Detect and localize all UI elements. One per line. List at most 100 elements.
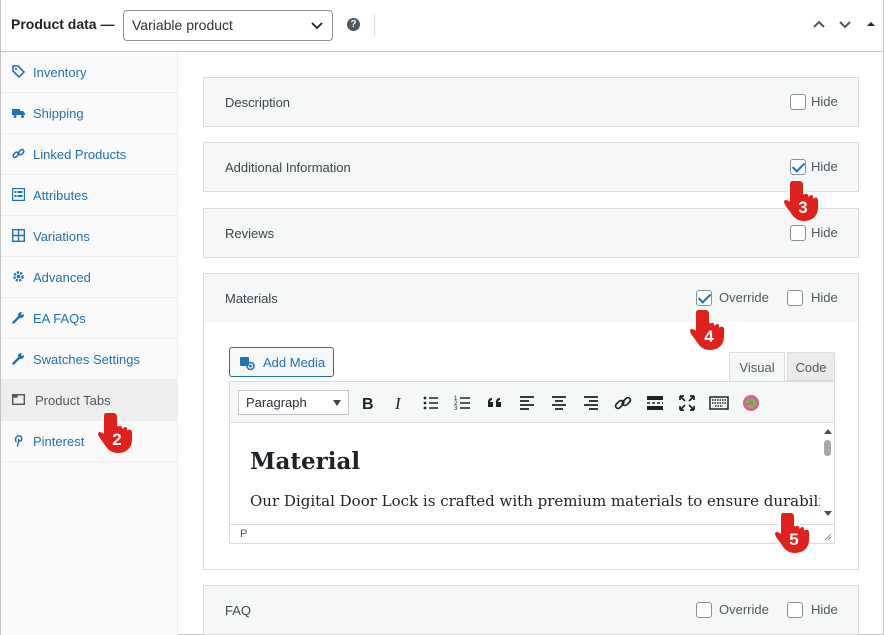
scroll-down-arrow-icon[interactable]: [824, 511, 832, 516]
gear-icon: [13, 271, 24, 282]
fullscreen-icon[interactable]: [677, 393, 697, 413]
sidebar-item-label: Swatches Settings: [33, 352, 140, 367]
align-right-icon[interactable]: [581, 393, 601, 413]
product-data-tabs: Inventory Shipping Linked Products Attri…: [1, 52, 178, 635]
hide-checkbox[interactable]: [790, 94, 806, 110]
read-more-icon[interactable]: [645, 393, 665, 413]
editor-content-area[interactable]: Material Our Digital Door Lock is crafte…: [230, 424, 834, 524]
editor-scrollbar[interactable]: [820, 424, 834, 524]
align-left-icon[interactable]: [517, 393, 537, 413]
bold-icon[interactable]: B: [357, 393, 377, 413]
sidebar-item-shipping[interactable]: Shipping: [1, 93, 177, 134]
grid-icon: [12, 229, 25, 242]
italic-icon[interactable]: I: [389, 393, 409, 413]
media-icon: [240, 357, 255, 371]
insert-link-icon[interactable]: [613, 393, 633, 413]
svg-text:3: 3: [798, 198, 807, 217]
sidebar-item-inventory[interactable]: Inventory: [1, 52, 177, 93]
bullet-list-icon[interactable]: [421, 393, 441, 413]
tab-row-label: Reviews: [225, 226, 275, 241]
format-select[interactable]: Paragraph: [238, 390, 349, 415]
hide-checkbox[interactable]: [787, 290, 803, 306]
tab-row-label: FAQ: [225, 603, 252, 618]
hide-label: Hide: [811, 159, 838, 174]
svg-text:4: 4: [704, 327, 714, 346]
chevron-down-icon: [311, 22, 323, 30]
truck-icon: [12, 109, 25, 118]
sidebar-item-label: Variations: [33, 229, 90, 244]
sidebar-item-label: Linked Products: [33, 147, 127, 162]
sidebar-item-attributes[interactable]: Attributes: [1, 175, 177, 216]
add-media-label: Add Media: [263, 355, 326, 370]
tab-row-label: Description: [225, 95, 291, 110]
align-center-icon[interactable]: [549, 393, 569, 413]
rich-text-editor: Paragraph B I 123 Material Our Digital D…: [229, 381, 835, 544]
step-marker-3: 3: [781, 179, 820, 224]
tab-code[interactable]: Code: [787, 352, 835, 381]
help-icon[interactable]: ?: [347, 18, 360, 31]
editor-toolbar: Paragraph B I 123: [230, 382, 834, 423]
header-divider: [374, 14, 375, 36]
sidebar-item-variations[interactable]: Variations: [1, 216, 177, 257]
toggle-panel-icon[interactable]: [863, 16, 879, 32]
step-marker-4: 4: [687, 308, 726, 353]
link-icon: [12, 148, 25, 159]
override-checkbox[interactable]: [696, 290, 712, 306]
sidebar-item-label: Product Tabs: [35, 393, 111, 408]
sidebar-item-label: Attributes: [33, 188, 88, 203]
svg-text:5: 5: [789, 530, 798, 549]
move-down-icon[interactable]: [837, 16, 853, 32]
product-data-panel: Product data — Variable product ? Invent…: [0, 0, 884, 635]
product-data-header: Product data — Variable product ?: [1, 0, 883, 52]
svg-text:3: 3: [454, 406, 458, 412]
sidebar-item-swatches-settings[interactable]: Swatches Settings: [1, 339, 177, 380]
svg-text:I: I: [394, 394, 402, 413]
numbered-list-icon[interactable]: 123: [453, 393, 473, 413]
format-value: Paragraph: [246, 395, 307, 410]
sidebar-item-product-tabs[interactable]: Product Tabs: [1, 380, 177, 421]
hide-checkbox[interactable]: [787, 602, 803, 618]
list-icon: [12, 188, 25, 201]
dropdown-arrow-icon: [333, 400, 341, 406]
keyboard-icon[interactable]: [709, 393, 729, 413]
sidebar-item-label: Pinterest: [33, 434, 85, 449]
tab-row-faq[interactable]: FAQ Override Hide: [203, 585, 859, 635]
scroll-thumb[interactable]: [824, 440, 831, 456]
tab-row-materials[interactable]: Materials Override Hide: [203, 273, 859, 323]
wrench-icon: [12, 353, 24, 365]
blockquote-icon[interactable]: [485, 393, 505, 413]
svg-text:2: 2: [112, 430, 121, 449]
hide-label: Hide: [811, 602, 838, 617]
sidebar-item-advanced[interactable]: Advanced: [1, 257, 177, 298]
plugin-icon[interactable]: [741, 393, 761, 413]
tab-row-additional-information[interactable]: Additional Information Hide: [203, 142, 859, 192]
product-type-value: Variable product: [132, 17, 233, 33]
hide-checkbox[interactable]: [790, 225, 806, 241]
step-marker-2: 2: [95, 411, 134, 456]
hide-label: Hide: [811, 94, 838, 109]
add-media-button[interactable]: Add Media: [229, 347, 334, 377]
resize-handle-icon[interactable]: [824, 533, 832, 541]
editor-paragraph: Our Digital Door Lock is crafted with pr…: [250, 486, 834, 516]
sidebar-item-ea-faqs[interactable]: EA FAQs: [1, 298, 177, 339]
scroll-up-arrow-icon[interactable]: [824, 429, 832, 434]
sidebar-item-linked-products[interactable]: Linked Products: [1, 134, 177, 175]
tag-icon: [12, 65, 25, 78]
product-data-title: Product data —: [11, 16, 115, 32]
hide-checkbox[interactable]: [790, 159, 806, 175]
override-checkbox[interactable]: [696, 602, 712, 618]
tab-row-reviews[interactable]: Reviews Hide: [203, 208, 859, 258]
sidebar-item-pinterest[interactable]: Pinterest: [1, 421, 177, 462]
move-up-icon[interactable]: [811, 16, 827, 32]
hide-label: Hide: [811, 290, 838, 305]
sidebar-item-label: Shipping: [33, 106, 84, 121]
tab-row-description[interactable]: Description Hide: [203, 77, 859, 127]
tab-visual[interactable]: Visual: [729, 352, 785, 382]
element-path[interactable]: P: [240, 528, 247, 540]
tab-row-label: Additional Information: [225, 160, 351, 175]
product-type-select[interactable]: Variable product: [123, 10, 333, 41]
editor-paragraph-continued: security, and a sleek, modern look.: [250, 516, 810, 524]
sidebar-item-label: Advanced: [33, 270, 91, 285]
sidebar-item-label: EA FAQs: [33, 311, 86, 326]
hide-label: Hide: [811, 225, 838, 240]
